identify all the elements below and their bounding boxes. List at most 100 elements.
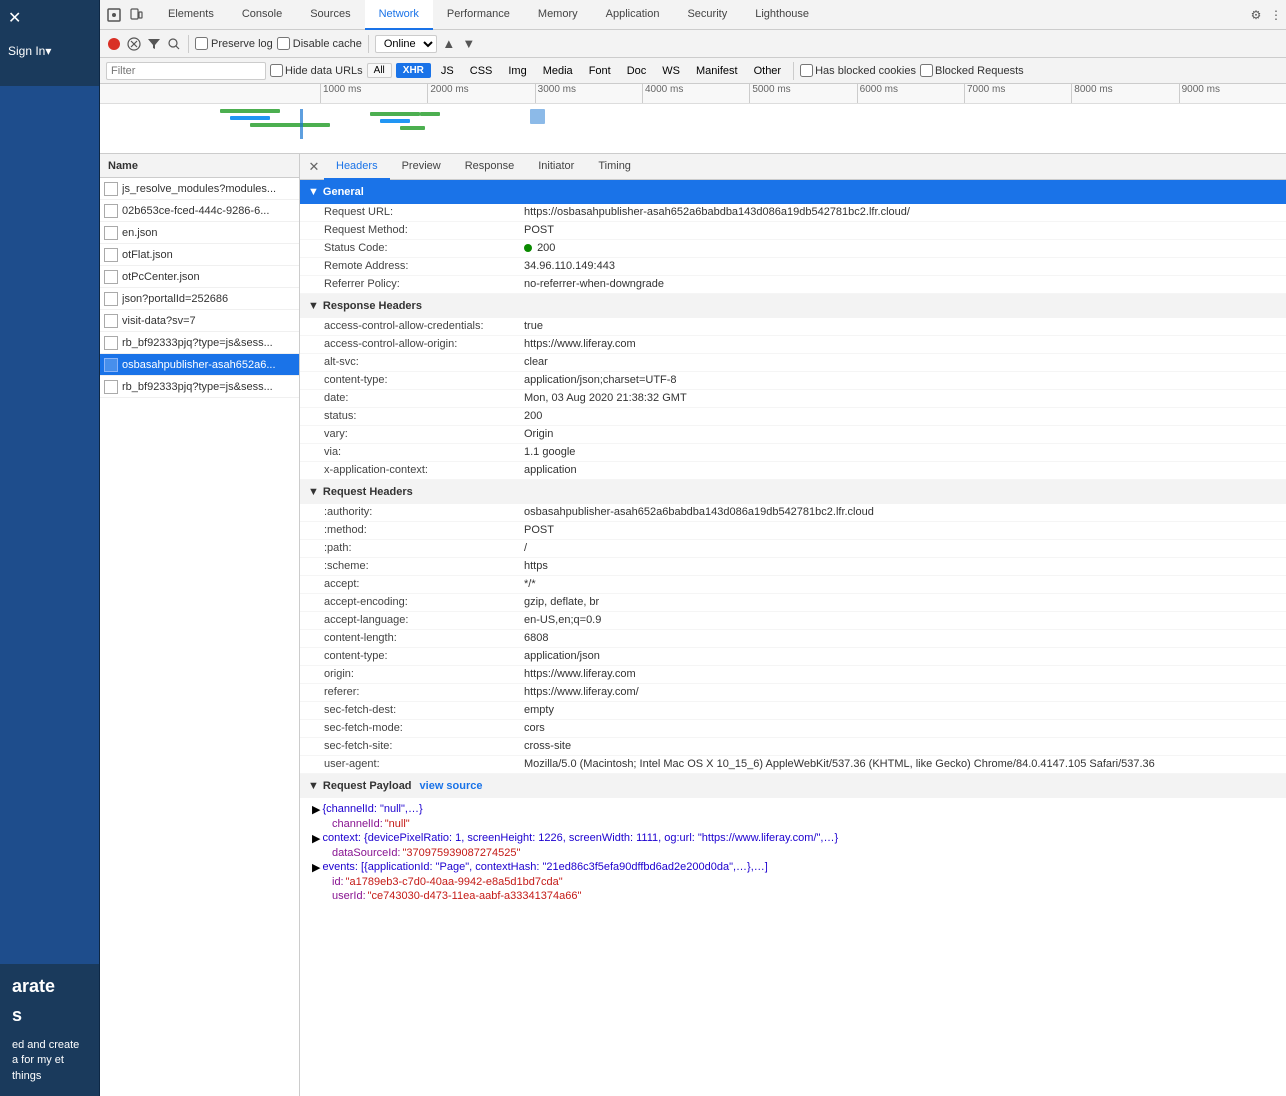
filter-input[interactable] — [106, 62, 266, 80]
tab-security[interactable]: Security — [673, 0, 741, 30]
ruler-mark-1: 1000 ms — [320, 84, 427, 103]
close-icon[interactable]: ✕ — [0, 0, 99, 36]
blocked-requests-checkbox[interactable]: Blocked Requests — [920, 64, 1024, 77]
general-section-title: General — [323, 186, 364, 198]
response-header-row: access-control-allow-credentials: true — [300, 318, 1286, 336]
list-item[interactable]: rb_bf92333pjq?type=js&sess... — [100, 376, 299, 398]
tab-initiator[interactable]: Initiator — [526, 154, 586, 180]
tab-response[interactable]: Response — [453, 154, 527, 180]
clear-button[interactable] — [126, 36, 142, 52]
payload-events-row[interactable]: ▶ events: [{applicationId: "Page", conte… — [300, 860, 1286, 875]
response-header-row: access-control-allow-origin: https://www… — [300, 336, 1286, 354]
request-header-row: sec-fetch-mode: cors — [300, 720, 1286, 738]
status-code-value: 200 — [524, 242, 555, 254]
payload-context-expand[interactable]: ▶ — [312, 832, 320, 845]
list-item[interactable]: otPcCenter.json — [100, 266, 299, 288]
tab-network[interactable]: Network — [365, 0, 433, 30]
filter-media-btn[interactable]: Media — [537, 63, 579, 79]
filter-all-btn[interactable]: All — [367, 63, 392, 78]
more-icon[interactable]: ⋮ — [1266, 5, 1286, 25]
ruler-mark-9: 9000 ms — [1179, 84, 1286, 103]
response-header-row: x-application-context: application — [300, 462, 1286, 480]
device-icon[interactable] — [126, 5, 146, 25]
request-payload-section[interactable]: ▼ Request Payload view source — [300, 774, 1286, 798]
file-name: rb_bf92333pjq?type=js&sess... — [122, 337, 273, 349]
payload-expand-icon[interactable]: ▶ — [312, 803, 320, 816]
network-toolbar: Preserve log Disable cache Online ▲ ▼ — [100, 30, 1286, 58]
has-blocked-cookies-checkbox[interactable]: Has blocked cookies — [800, 64, 916, 77]
filter-xhr-btn[interactable]: XHR — [396, 63, 431, 78]
record-button[interactable] — [106, 36, 122, 52]
tab-sources[interactable]: Sources — [296, 0, 364, 30]
has-blocked-cookies-input[interactable] — [800, 64, 813, 77]
disable-cache-checkbox[interactable]: Disable cache — [277, 37, 362, 50]
hide-data-urls-checkbox[interactable]: Hide data URLs — [270, 64, 363, 77]
throttle-dropdown[interactable]: Online — [375, 35, 437, 53]
tab-headers[interactable]: Headers — [324, 154, 390, 180]
view-source-link[interactable]: view source — [420, 780, 483, 792]
tab-preview[interactable]: Preview — [390, 154, 453, 180]
list-item[interactable]: 02b653ce-fced-444c-9286-6... — [100, 200, 299, 222]
file-name: rb_bf92333pjq?type=js&sess... — [122, 381, 273, 393]
filter-doc-btn[interactable]: Doc — [621, 63, 653, 79]
hide-data-urls-input[interactable] — [270, 64, 283, 77]
payload-datasourceid-value: "370975939087274525" — [403, 847, 521, 859]
toolbar-sep-2 — [368, 35, 369, 53]
preserve-log-input[interactable] — [195, 37, 208, 50]
close-detail-button[interactable]: ✕ — [304, 154, 324, 180]
payload-root-row[interactable]: ▶ {channelId: "null",…} — [300, 802, 1286, 817]
request-header-row: sec-fetch-dest: empty — [300, 702, 1286, 720]
request-method-row: Request Method: POST — [300, 222, 1286, 240]
list-item[interactable]: rb_bf92333pjq?type=js&sess... — [100, 332, 299, 354]
filter-bar: Hide data URLs All XHR JS CSS Img Media … — [100, 58, 1286, 84]
request-header-row: accept-encoding: gzip, deflate, br — [300, 594, 1286, 612]
list-item[interactable]: visit-data?sv=7 — [100, 310, 299, 332]
request-header-row: referer: https://www.liferay.com/ — [300, 684, 1286, 702]
list-item[interactable]: js_resolve_modules?modules... — [100, 178, 299, 200]
timeline-ruler: 1000 ms 2000 ms 3000 ms 4000 ms 5000 ms … — [100, 84, 1286, 104]
tab-timing[interactable]: Timing — [586, 154, 643, 180]
filter-js-btn[interactable]: JS — [435, 63, 460, 79]
list-item-selected[interactable]: osbasahpublisher-asah652a6... — [100, 354, 299, 376]
filter-ws-btn[interactable]: WS — [656, 63, 686, 79]
filter-other-btn[interactable]: Other — [748, 63, 788, 79]
tab-lighthouse[interactable]: Lighthouse — [741, 0, 823, 30]
status-dot — [524, 244, 532, 252]
request-headers-section[interactable]: ▼ Request Headers — [300, 480, 1286, 504]
inspect-icon[interactable] — [104, 5, 124, 25]
filter-sep — [793, 62, 794, 80]
disable-cache-input[interactable] — [277, 37, 290, 50]
ruler-mark-3: 3000 ms — [535, 84, 642, 103]
sign-in-button[interactable]: Sign In ▾ — [0, 36, 99, 66]
tab-memory[interactable]: Memory — [524, 0, 592, 30]
file-name: osbasahpublisher-asah652a6... — [122, 359, 276, 371]
list-item[interactable]: json?portalId=252686 — [100, 288, 299, 310]
preserve-log-checkbox[interactable]: Preserve log — [195, 37, 273, 50]
filter-font-btn[interactable]: Font — [583, 63, 617, 79]
settings-icon[interactable]: ⚙ — [1246, 5, 1266, 25]
remote-address-value: 34.96.110.149:443 — [524, 260, 615, 272]
filter-icon[interactable] — [146, 36, 162, 52]
app-text-2: s — [12, 1005, 87, 1026]
general-section-header[interactable]: ▼ General — [300, 180, 1286, 204]
tab-console[interactable]: Console — [228, 0, 296, 30]
tab-elements[interactable]: Elements — [154, 0, 228, 30]
ruler-mark-6: 6000 ms — [857, 84, 964, 103]
filter-manifest-btn[interactable]: Manifest — [690, 63, 744, 79]
search-button[interactable] — [166, 36, 182, 52]
list-item[interactable]: en.json — [100, 222, 299, 244]
payload-context-row[interactable]: ▶ context: {devicePixelRatio: 1, screenH… — [300, 831, 1286, 846]
response-header-row: date: Mon, 03 Aug 2020 21:38:32 GMT — [300, 390, 1286, 408]
export-button[interactable]: ▼ — [461, 36, 477, 52]
response-headers-toggle: ▼ — [308, 300, 319, 312]
tab-performance[interactable]: Performance — [433, 0, 524, 30]
payload-events-expand[interactable]: ▶ — [312, 861, 320, 874]
list-item[interactable]: otFlat.json — [100, 244, 299, 266]
blocked-requests-input[interactable] — [920, 64, 933, 77]
request-url-value: https://osbasahpublisher-asah652a6babdba… — [524, 206, 910, 218]
tab-application[interactable]: Application — [592, 0, 674, 30]
import-button[interactable]: ▲ — [441, 36, 457, 52]
response-headers-section[interactable]: ▼ Response Headers — [300, 294, 1286, 318]
filter-css-btn[interactable]: CSS — [464, 63, 499, 79]
filter-img-btn[interactable]: Img — [502, 63, 532, 79]
